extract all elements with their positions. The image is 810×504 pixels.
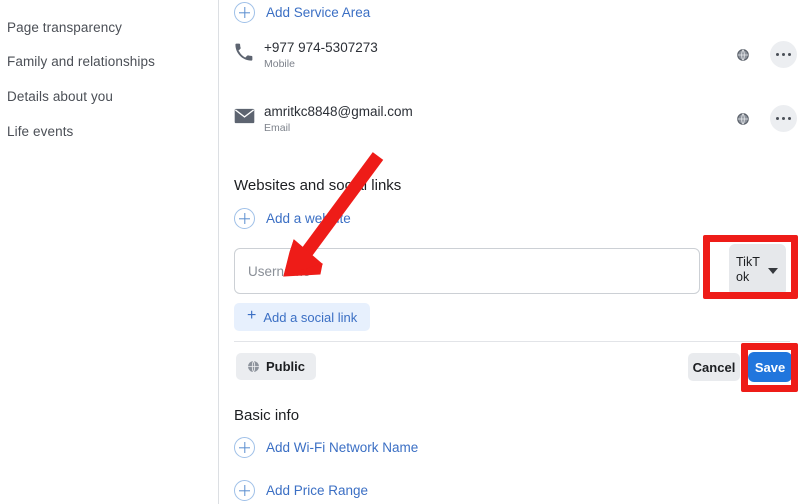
sidebar-item-life-events[interactable]: Life events [7, 124, 73, 139]
contact-email-value: amritkc8848@gmail.com [264, 104, 413, 119]
add-service-area-label: Add Service Area [266, 5, 371, 20]
sidebar-item-family-and-relationships[interactable]: Family and relationships [7, 54, 155, 69]
plus-circle-icon [234, 208, 255, 229]
plus-circle-icon [234, 2, 255, 23]
globe-icon [247, 360, 260, 373]
form-divider [234, 341, 790, 342]
audience-public-label: Public [266, 359, 306, 374]
plus-icon: + [247, 307, 257, 324]
platform-select-dropdown[interactable]: TikTok [729, 244, 786, 296]
add-a-website-button[interactable]: Add a website [234, 208, 351, 229]
contact-email-text: amritkc8848@gmail.com Email [264, 104, 413, 134]
audience-public-button[interactable]: Public [236, 353, 317, 380]
contact-row-phone: +977 974-5307273 Mobile [219, 40, 810, 78]
add-price-range-button[interactable]: Add Price Range [234, 480, 368, 501]
envelope-icon [234, 106, 258, 128]
websites-section-title: Websites and social links [234, 177, 402, 194]
plus-circle-icon [234, 480, 255, 501]
save-button[interactable]: Save [748, 352, 792, 382]
username-input[interactable]: Username [234, 248, 700, 294]
platform-select-value: TikTok [736, 255, 760, 284]
chevron-down-icon [768, 268, 778, 274]
add-a-social-link-button[interactable]: + Add a social link [234, 303, 371, 331]
ellipsis-icon[interactable] [770, 105, 797, 132]
plus-circle-icon [234, 437, 255, 458]
sidebar-item-page-transparency[interactable]: Page transparency [7, 20, 122, 35]
left-sidebar: Page transparency Family and relationshi… [0, 0, 218, 504]
contact-email-sublabel: Email [264, 122, 291, 134]
contact-phone-sublabel: Mobile [264, 58, 295, 70]
contact-row-email: amritkc8848@gmail.com Email [219, 104, 810, 142]
sidebar-item-details-about-you[interactable]: Details about you [7, 89, 113, 104]
cancel-button[interactable]: Cancel [688, 353, 740, 381]
globe-icon [736, 48, 750, 62]
add-a-social-link-label: Add a social link [263, 309, 358, 325]
cancel-button-label: Cancel [692, 359, 736, 375]
add-a-website-label: Add a website [266, 211, 351, 226]
add-service-area-button[interactable]: Add Service Area [234, 2, 370, 23]
screenshot-root: Page transparency Family and relationshi… [0, 0, 810, 504]
contact-phone-text: +977 974-5307273 Mobile [264, 40, 378, 70]
globe-icon [736, 112, 750, 126]
add-wifi-network-name-button[interactable]: Add Wi-Fi Network Name [234, 437, 418, 458]
phone-icon [234, 42, 258, 64]
add-price-range-label: Add Price Range [266, 483, 369, 498]
basic-info-title: Basic info [234, 407, 300, 424]
username-placeholder: Username [248, 263, 311, 279]
save-button-label: Save [754, 359, 786, 375]
ellipsis-icon[interactable] [770, 41, 797, 68]
add-wifi-network-name-label: Add Wi-Fi Network Name [266, 440, 419, 455]
contact-phone-value: +977 974-5307273 [264, 40, 378, 55]
